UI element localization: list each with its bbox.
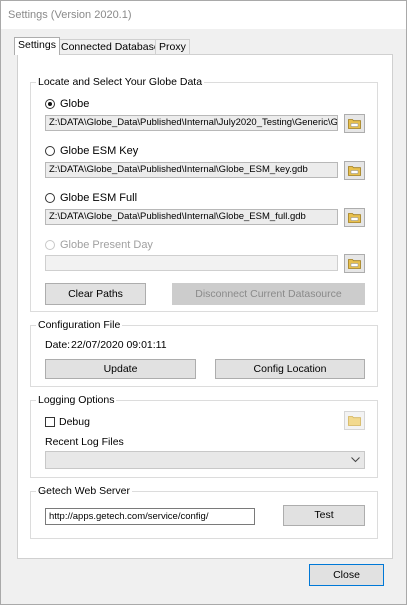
tab-proxy[interactable]: Proxy [155, 39, 190, 55]
settings-window: Settings (Version 2020.1) Settings Conne… [0, 0, 407, 605]
config-location-button[interactable]: Config Location [215, 359, 365, 379]
folder-icon [348, 119, 361, 129]
server-url-input[interactable]: http://apps.getech.com/service/config/ [45, 508, 255, 525]
browse-globe-present-day-button[interactable] [344, 254, 365, 273]
getech-web-server-group: Getech Web Server http://apps.getech.com… [30, 485, 378, 539]
globe-esm-full-path-field[interactable]: Z:\DATA\Globe_Data\Published\Internal\Gl… [45, 209, 338, 225]
recent-log-files-label: Recent Log Files [45, 436, 124, 448]
folder-icon [348, 213, 361, 223]
folder-icon [348, 416, 361, 426]
browse-globe-esm-full-button[interactable] [344, 208, 365, 227]
configuration-file-group: Configuration File Date: 22/07/2020 09:0… [30, 319, 378, 387]
debug-label: Debug [59, 416, 90, 428]
radio-globe[interactable]: Globe [45, 98, 89, 110]
browse-globe-button[interactable] [344, 114, 365, 133]
chevron-down-icon [351, 457, 360, 463]
radio-globe-esm-full[interactable]: Globe ESM Full [45, 192, 137, 204]
date-value: 22/07/2020 09:01:11 [71, 339, 167, 351]
radio-button[interactable] [45, 99, 55, 109]
radio-label: Globe Present Day [60, 239, 153, 251]
group-legend: Logging Options [36, 394, 117, 406]
test-button[interactable]: Test [283, 505, 365, 526]
title-bar[interactable]: Settings (Version 2020.1) [1, 1, 406, 29]
close-button[interactable]: Close [309, 564, 384, 586]
recent-log-files-dropdown[interactable] [45, 451, 365, 469]
radio-button[interactable] [45, 240, 55, 250]
globe-present-day-path-field[interactable] [45, 255, 338, 271]
radio-button[interactable] [45, 146, 55, 156]
globe-path-field[interactable]: Z:\DATA\Globe_Data\Published\Internal\Ju… [45, 115, 338, 131]
browse-globe-esm-key-button[interactable] [344, 161, 365, 180]
folder-icon [348, 166, 361, 176]
open-log-folder-button[interactable] [344, 411, 365, 430]
folder-icon [348, 259, 361, 269]
radio-globe-present-day[interactable]: Globe Present Day [45, 239, 153, 251]
group-legend: Getech Web Server [36, 485, 133, 497]
radio-label: Globe ESM Full [60, 192, 138, 204]
radio-globe-esm-key[interactable]: Globe ESM Key [45, 145, 138, 157]
date-label: Date: [45, 339, 71, 351]
globe-esm-key-path-field[interactable]: Z:\DATA\Globe_Data\Published\Internal\Gl… [45, 162, 338, 178]
group-legend: Locate and Select Your Globe Data [36, 76, 205, 88]
update-button[interactable]: Update [45, 359, 196, 379]
disconnect-datasource-button[interactable]: Disconnect Current Datasource [172, 283, 365, 305]
clear-paths-button[interactable]: Clear Paths [45, 283, 146, 305]
debug-checkbox[interactable] [45, 417, 55, 427]
group-legend: Configuration File [36, 319, 123, 331]
radio-label: Globe ESM Key [60, 145, 139, 157]
logging-options-group: Logging Options Debug Recent Log Files [30, 394, 378, 478]
window-title: Settings (Version 2020.1) [8, 9, 132, 21]
radio-label: Globe [60, 98, 90, 110]
settings-tab-panel: Locate and Select Your Globe Data Globe … [17, 54, 393, 559]
radio-button[interactable] [45, 193, 55, 203]
locate-globe-data-group: Locate and Select Your Globe Data Globe … [30, 76, 378, 312]
tab-settings[interactable]: Settings [14, 37, 60, 55]
